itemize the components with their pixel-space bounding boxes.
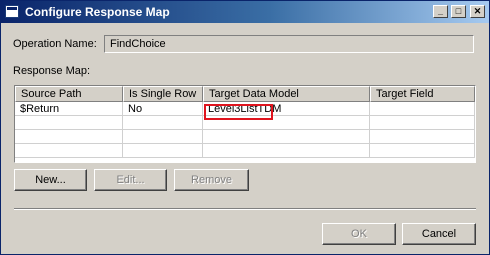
maximize-button[interactable]: □ — [451, 5, 466, 18]
separator — [14, 208, 476, 210]
minimize-button[interactable]: _ — [433, 5, 448, 18]
cell-target-field[interactable] — [370, 102, 475, 116]
cell-is-single-row[interactable]: No — [123, 102, 203, 116]
table-row-empty — [15, 130, 475, 144]
close-button[interactable]: ✕ — [470, 5, 485, 18]
window-icon — [5, 5, 19, 18]
highlight-box — [204, 104, 273, 120]
title-bar[interactable]: Configure Response Map _ □ ✕ — [1, 1, 489, 23]
column-header-is-single-row[interactable]: Is Single Row — [123, 86, 203, 102]
response-map-table[interactable]: Source Path Is Single Row Target Data Mo… — [14, 85, 476, 163]
configure-response-map-dialog: Configure Response Map _ □ ✕ Operation N… — [0, 0, 490, 255]
operation-name-label: Operation Name: — [13, 38, 97, 50]
edit-button[interactable]: Edit... — [94, 169, 167, 191]
operation-name-field: FindChoice — [104, 35, 474, 53]
column-header-target-data-model[interactable]: Target Data Model — [203, 86, 370, 102]
table-header: Source Path Is Single Row Target Data Mo… — [15, 86, 475, 102]
response-map-label: Response Map: — [13, 65, 91, 77]
table-row-empty — [15, 144, 475, 158]
remove-button[interactable]: Remove — [174, 169, 249, 191]
cancel-button[interactable]: Cancel — [402, 223, 476, 245]
ok-button[interactable]: OK — [322, 223, 396, 245]
window-title: Configure Response Map — [25, 5, 170, 19]
cell-source-path[interactable]: $Return — [15, 102, 123, 116]
new-button[interactable]: New... — [14, 169, 87, 191]
column-header-source-path[interactable]: Source Path — [15, 86, 123, 102]
column-header-target-field[interactable]: Target Field — [370, 86, 475, 102]
